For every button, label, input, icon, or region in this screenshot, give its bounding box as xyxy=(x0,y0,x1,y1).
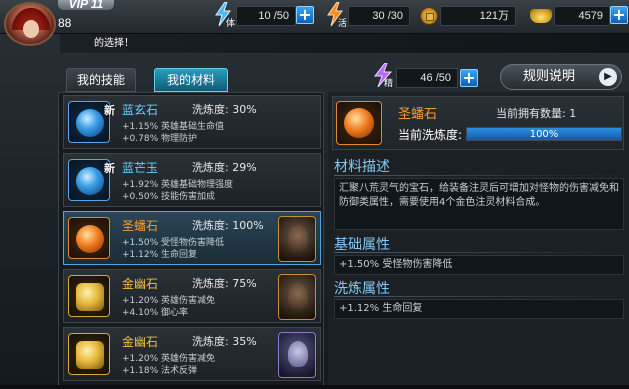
section-title-base-attrs: 基础属性 xyxy=(334,237,390,253)
material-item[interactable]: 新 蓝玄石 洗炼度: 30% +1.15% 英雄基础生命值 +0.78% 物理防… xyxy=(63,95,321,149)
material-refine: 洗炼度: 29% xyxy=(192,161,257,174)
material-item-selected[interactable]: 圣蟠石 洗炼度: 100% +1.50% 受怪物伤害降低 +1.12% 生命回复 xyxy=(63,211,321,265)
material-icon-frame xyxy=(68,333,110,375)
material-refine: 洗炼度: 30% xyxy=(192,103,257,116)
material-name: 金幽石 xyxy=(122,335,159,349)
energy-add-button[interactable]: + xyxy=(460,69,478,87)
bottom-edge xyxy=(0,385,629,389)
material-item[interactable]: 金幽石 洗炼度: 35% +1.20% 英雄伤害减免 +1.18% 法术反弹 xyxy=(63,327,321,381)
material-refine: 洗炼度: 100% xyxy=(192,219,264,232)
stamina-value: 10 /50 xyxy=(236,6,296,26)
base-attr-line: +1.50% 受怪物伤害降低 xyxy=(334,255,624,275)
new-badge: 新 xyxy=(104,104,115,117)
material-icon-frame xyxy=(68,217,110,259)
ingot-icon xyxy=(530,9,552,23)
chevron-right-icon: ▶ xyxy=(599,68,617,86)
section-title-refine-attrs: 洗炼属性 xyxy=(334,281,390,297)
material-item[interactable]: 金幽石 洗炼度: 75% +1.20% 英雄伤害减免 +4.10% 御心率 xyxy=(63,269,321,323)
equipped-hero-portrait[interactable] xyxy=(278,274,316,320)
stamina-add-button[interactable]: + xyxy=(296,6,314,24)
tab-my-skills[interactable]: 我的技能 xyxy=(66,68,136,92)
equipped-hero-portrait[interactable] xyxy=(278,216,316,262)
material-item[interactable]: 新 蓝芒玉 洗炼度: 29% +1.92% 英雄基础物理强度 +0.50% 技能… xyxy=(63,153,321,207)
material-name: 蓝芒玉 xyxy=(122,161,159,175)
material-attr-2: +0.78% 物理防护 xyxy=(122,134,197,144)
materials-list[interactable]: 新 蓝玄石 洗炼度: 30% +1.15% 英雄基础生命值 +0.78% 物理防… xyxy=(58,92,324,389)
refine-progress-text: 100% xyxy=(529,129,559,140)
material-attr-2: +4.10% 御心率 xyxy=(122,308,188,318)
stamina-tag: 体 xyxy=(226,18,236,28)
ingot-value: 4579 xyxy=(554,6,610,26)
vip-badge[interactable]: VIP 11 xyxy=(58,0,114,11)
refine-progress-bar: 100% xyxy=(466,127,622,141)
blue-jade-icon xyxy=(76,167,104,195)
refine-label: 当前洗炼度: xyxy=(398,128,463,142)
gold-value: 121万 xyxy=(440,6,516,26)
tab-my-materials[interactable]: 我的材料 xyxy=(154,68,228,92)
announcement-ticker: 的选择！ xyxy=(60,34,629,54)
orange-gem-icon xyxy=(76,225,104,253)
material-refine: 洗炼度: 75% xyxy=(192,277,257,290)
section-title-description: 材料描述 xyxy=(334,159,390,175)
divider xyxy=(334,252,624,253)
new-badge: 新 xyxy=(104,162,115,175)
material-attr-2: +1.12% 生命回复 xyxy=(122,250,197,260)
material-icon-frame xyxy=(68,275,110,317)
material-name: 金幽石 xyxy=(122,277,159,291)
vitality-value: 30 /30 xyxy=(348,6,410,26)
player-level: 88 xyxy=(58,16,72,30)
gold-gem-icon xyxy=(76,283,104,311)
vitality-tag: 活 xyxy=(338,18,348,28)
rules-button-label: 规则说明 xyxy=(523,69,576,84)
refine-attr-line: +1.12% 生命回复 xyxy=(334,299,624,319)
rules-button[interactable]: 规则说明 ▶ xyxy=(500,64,622,90)
material-attr-2: +0.50% 技能伤害加成 xyxy=(122,192,215,202)
equipped-hero-portrait[interactable] xyxy=(278,332,316,378)
energy-tag: 精 xyxy=(384,78,394,88)
material-refine: 洗炼度: 35% xyxy=(192,335,257,348)
gold-gem-icon xyxy=(76,341,104,369)
material-name: 圣蟠石 xyxy=(122,219,159,233)
material-name: 蓝玄石 xyxy=(122,103,159,117)
orange-gem-icon xyxy=(344,108,374,138)
owned-count: 当前拥有数量: 1 xyxy=(496,107,577,120)
gold-coin-icon xyxy=(420,7,438,25)
ingot-add-button[interactable]: + xyxy=(610,6,628,24)
game-screen: VIP 11 88 体 10 /50 + 活 30 /30 121万 4579 … xyxy=(0,0,629,389)
player-avatar[interactable] xyxy=(4,2,56,46)
material-description: 汇聚八荒灵气的宝石，给装备注灵后可增加对怪物的伤害减免和防御类属性，需要使用4个… xyxy=(334,178,624,230)
divider xyxy=(334,296,624,297)
material-attr-2: +1.18% 法术反弹 xyxy=(122,366,197,376)
blue-gem-icon xyxy=(76,109,104,137)
divider xyxy=(334,175,624,176)
detail-material-name: 圣蟠石 xyxy=(398,107,438,122)
energy-value: 46 /50 xyxy=(396,68,458,88)
